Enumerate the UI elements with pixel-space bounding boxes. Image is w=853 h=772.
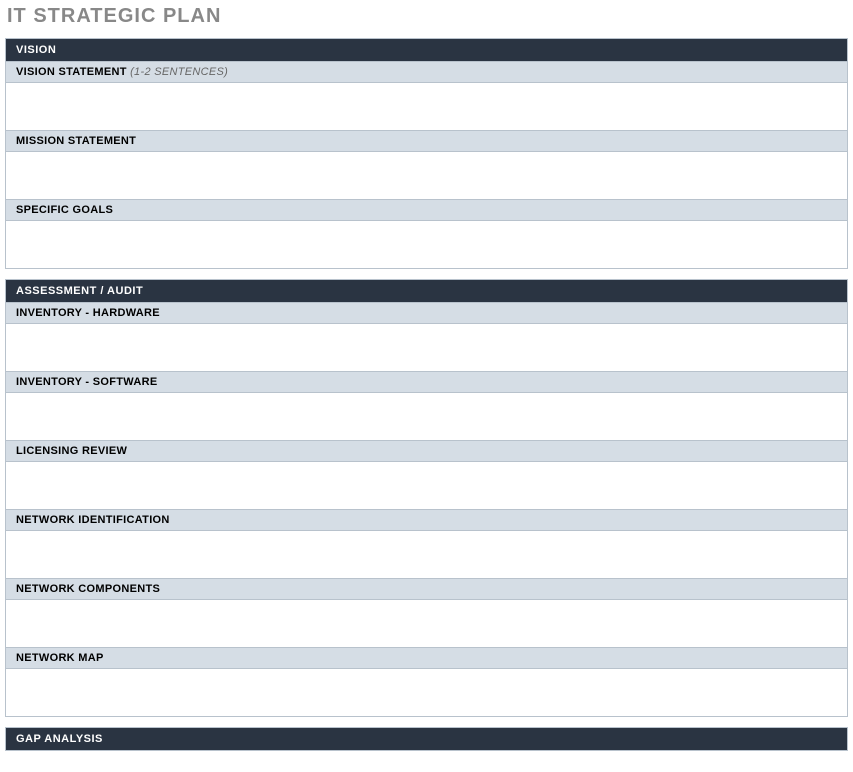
content-specific-goals[interactable]	[5, 221, 848, 269]
content-vision-statement[interactable]	[5, 83, 848, 131]
sub-label: NETWORK IDENTIFICATION	[16, 514, 170, 526]
sub-header-mission-statement: MISSION STATEMENT	[5, 131, 848, 152]
sub-label: MISSION STATEMENT	[16, 135, 136, 147]
sub-hint: (1-2 SENTENCES)	[130, 66, 228, 78]
sub-label: LICENSING REVIEW	[16, 445, 127, 457]
sub-header-network-map: NETWORK MAP	[5, 648, 848, 669]
sub-label: NETWORK COMPONENTS	[16, 583, 160, 595]
page-title: IT STRATEGIC PLAN	[5, 5, 848, 28]
sub-header-specific-goals: SPECIFIC GOALS	[5, 200, 848, 221]
sub-header-inventory-software: INVENTORY - SOFTWARE	[5, 372, 848, 393]
sub-label: NETWORK MAP	[16, 652, 104, 664]
sub-header-network-components: NETWORK COMPONENTS	[5, 579, 848, 600]
content-inventory-software[interactable]	[5, 393, 848, 441]
section-header-assessment: ASSESSMENT / AUDIT	[5, 279, 848, 303]
content-licensing-review[interactable]	[5, 462, 848, 510]
sub-header-inventory-hardware: INVENTORY - HARDWARE	[5, 303, 848, 324]
sub-header-network-identification: NETWORK IDENTIFICATION	[5, 510, 848, 531]
sub-label: SPECIFIC GOALS	[16, 204, 113, 216]
section-assessment: ASSESSMENT / AUDIT INVENTORY - HARDWARE …	[5, 279, 848, 717]
content-network-map[interactable]	[5, 669, 848, 717]
section-vision: VISION VISION STATEMENT (1-2 SENTENCES) …	[5, 38, 848, 269]
section-header-gap-analysis: GAP ANALYSIS	[5, 727, 848, 751]
sub-header-vision-statement: VISION STATEMENT (1-2 SENTENCES)	[5, 62, 848, 83]
sub-label: INVENTORY - SOFTWARE	[16, 376, 157, 388]
section-gap-analysis: GAP ANALYSIS	[5, 727, 848, 751]
sub-label: INVENTORY - HARDWARE	[16, 307, 160, 319]
content-inventory-hardware[interactable]	[5, 324, 848, 372]
content-mission-statement[interactable]	[5, 152, 848, 200]
content-network-identification[interactable]	[5, 531, 848, 579]
section-header-vision: VISION	[5, 38, 848, 62]
sub-header-licensing-review: LICENSING REVIEW	[5, 441, 848, 462]
sub-label: VISION STATEMENT	[16, 66, 127, 78]
content-network-components[interactable]	[5, 600, 848, 648]
